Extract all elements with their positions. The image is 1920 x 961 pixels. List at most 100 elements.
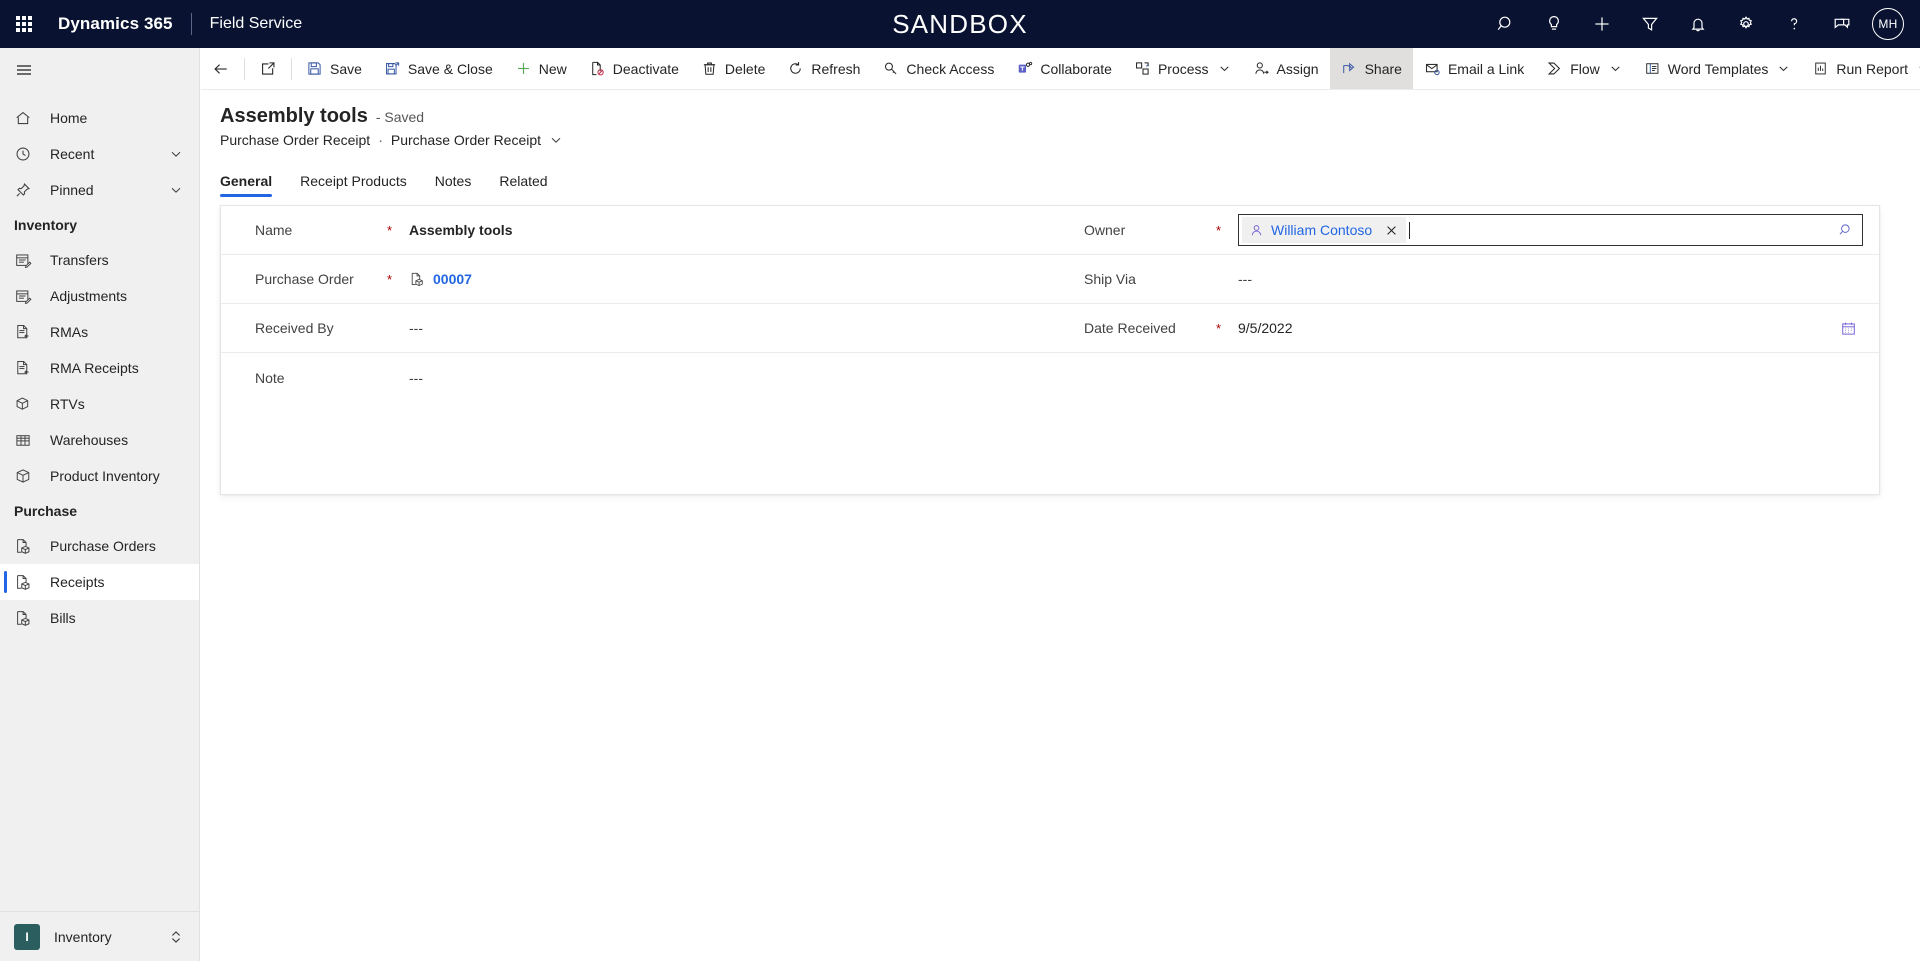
sidebar-item-warehouses[interactable]: Warehouses (0, 422, 199, 458)
field-row-date-received: Date Received * 9/5/2022 (1050, 304, 1879, 353)
clock-icon (14, 144, 36, 164)
received-by-field-value[interactable]: --- (409, 320, 1034, 336)
field-label: Received By (255, 320, 334, 336)
sidebar-item-label: Home (50, 110, 88, 126)
sidebar-item-label: Receipts (50, 574, 105, 590)
date-received-field[interactable]: 9/5/2022 (1238, 313, 1863, 343)
gear-icon[interactable] (1722, 0, 1770, 48)
chevron-down-icon[interactable] (169, 147, 183, 161)
brand-label[interactable]: Dynamics 365 (58, 14, 173, 34)
back-arrow-icon[interactable] (201, 48, 241, 89)
tab-related[interactable]: Related (499, 173, 547, 197)
word-templates-button[interactable]: Word Templates (1633, 48, 1802, 89)
search-icon[interactable] (1830, 215, 1858, 245)
deactivate-icon (589, 60, 606, 77)
breadcrumb-current[interactable]: Purchase Order Receipt (391, 132, 541, 148)
sidebar-item-adjustments[interactable]: Adjustments (0, 278, 199, 314)
breadcrumb-parent[interactable]: Purchase Order Receipt (220, 132, 370, 148)
delete-button[interactable]: Delete (690, 48, 776, 89)
tab-receipt-products[interactable]: Receipt Products (300, 173, 407, 197)
assign-button[interactable]: Assign (1242, 48, 1330, 89)
email-link-icon (1424, 60, 1441, 77)
app-name-label[interactable]: Field Service (210, 15, 302, 33)
command-bar: Save Save & Close New Deactivate Delete … (201, 48, 1920, 90)
sidebar-item-bills[interactable]: Bills (0, 600, 199, 636)
ship-via-field-value[interactable]: --- (1238, 271, 1863, 287)
button-label: Save & Close (407, 60, 493, 77)
note-field-value[interactable]: --- (409, 370, 1034, 386)
sidebar-item-rtvs[interactable]: RTVs (0, 386, 199, 422)
chevron-down-icon[interactable] (1777, 62, 1790, 75)
name-field-value[interactable]: Assembly tools (409, 222, 1034, 238)
purchase-order-field-value[interactable]: 00007 (409, 271, 1034, 287)
hamburger-icon[interactable] (0, 48, 48, 92)
avatar[interactable]: MH (1872, 8, 1904, 40)
search-icon[interactable] (1482, 0, 1530, 48)
app-launcher-icon[interactable] (0, 0, 48, 48)
field-label: Name (255, 222, 293, 238)
sidebar: Home Recent Pinned Inventory Transfers A… (0, 48, 200, 961)
box-icon (14, 466, 36, 486)
purchase-order-link[interactable]: 00007 (433, 271, 472, 287)
owner-lookup-input[interactable]: William Contoso (1238, 214, 1863, 246)
sidebar-item-pinned[interactable]: Pinned (0, 172, 199, 208)
share-button[interactable]: Share (1329, 48, 1413, 89)
sidebar-item-label: Pinned (50, 182, 94, 198)
deactivate-button[interactable]: Deactivate (578, 48, 690, 89)
sidebar-item-purchase-orders[interactable]: Purchase Orders (0, 528, 199, 564)
teams-icon (1016, 60, 1033, 77)
sidebar-item-recent[interactable]: Recent (0, 136, 199, 172)
chevron-updown-icon[interactable] (168, 929, 184, 945)
run-report-button[interactable]: Run Report (1801, 48, 1920, 89)
plus-icon[interactable] (1578, 0, 1626, 48)
sidebar-item-label: Warehouses (50, 432, 129, 448)
document-return-icon (14, 322, 36, 342)
chevron-down-icon[interactable] (169, 183, 183, 197)
chevron-down-icon[interactable] (549, 133, 563, 147)
area-switcher[interactable]: I Inventory (0, 911, 200, 961)
chevron-down-icon[interactable] (1218, 62, 1231, 75)
word-template-icon (1644, 60, 1661, 77)
sidebar-item-home[interactable]: Home (0, 100, 199, 136)
sidebar-item-receipts[interactable]: Receipts (0, 564, 199, 600)
tab-notes[interactable]: Notes (435, 173, 472, 197)
lightbulb-icon[interactable] (1530, 0, 1578, 48)
plus-icon (515, 60, 532, 77)
refresh-button[interactable]: Refresh (776, 48, 871, 89)
feedback-icon[interactable] (1818, 0, 1866, 48)
filter-icon[interactable] (1626, 0, 1674, 48)
owner-chip[interactable]: William Contoso (1242, 217, 1407, 243)
button-label: Assign (1276, 60, 1319, 77)
collaborate-button[interactable]: Collaborate (1005, 48, 1123, 89)
save-and-close-button[interactable]: Save & Close (373, 48, 504, 89)
button-label: Save (330, 60, 362, 77)
process-button[interactable]: Process (1123, 48, 1242, 89)
new-button[interactable]: New (504, 48, 578, 89)
sidebar-item-label: RMA Receipts (50, 360, 139, 376)
open-in-new-window-icon[interactable] (248, 48, 288, 89)
process-icon (1134, 60, 1151, 77)
sidebar-item-label: Purchase Orders (50, 538, 156, 554)
chevron-down-icon[interactable] (1609, 62, 1622, 75)
check-access-button[interactable]: Check Access (871, 48, 1005, 89)
sidebar-item-rma-receipts[interactable]: RMA Receipts (0, 350, 199, 386)
flow-button[interactable]: Flow (1535, 48, 1633, 89)
field-row-owner: Owner * William Contoso (1050, 206, 1879, 255)
calendar-edit-icon (14, 250, 36, 270)
email-a-link-button[interactable]: Email a Link (1413, 48, 1535, 89)
pin-icon (14, 180, 36, 200)
bell-icon[interactable] (1674, 0, 1722, 48)
sidebar-item-product-inventory[interactable]: Product Inventory (0, 458, 199, 494)
sidebar-item-label: Bills (50, 610, 76, 626)
sidebar-item-label: RMAs (50, 324, 89, 340)
close-icon[interactable] (1380, 219, 1402, 241)
required-marker: * (387, 222, 393, 238)
save-button[interactable]: Save (295, 48, 373, 89)
sidebar-item-rmas[interactable]: RMAs (0, 314, 199, 350)
tab-general[interactable]: General (220, 173, 273, 197)
sidebar-item-transfers[interactable]: Transfers (0, 242, 199, 278)
help-icon[interactable] (1770, 0, 1818, 48)
sidebar-item-label: Recent (50, 146, 95, 162)
date-received-value[interactable]: 9/5/2022 (1238, 320, 1833, 336)
calendar-icon[interactable] (1833, 313, 1863, 343)
